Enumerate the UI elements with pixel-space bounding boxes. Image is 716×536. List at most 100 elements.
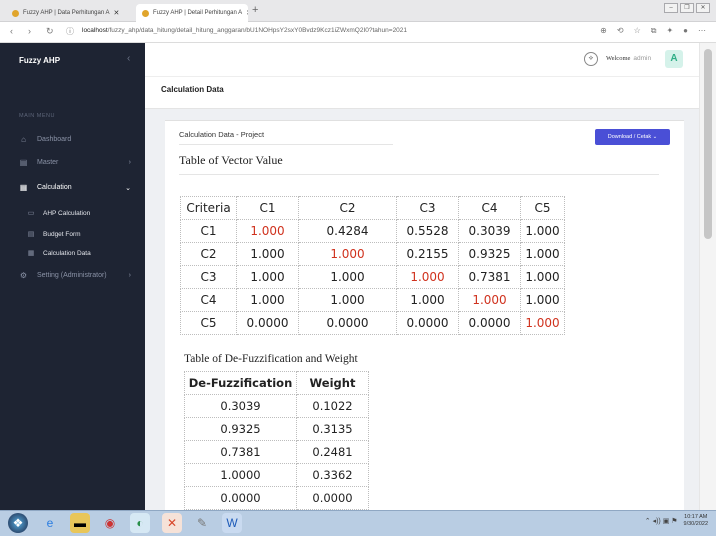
table-row: 0.3039 0.1022 xyxy=(184,394,369,418)
table-cell: 0.9325 xyxy=(458,242,521,266)
table-cell: 0.0000 xyxy=(296,486,369,510)
table-cell: C4 xyxy=(180,288,237,312)
url-path: /fuzzy_ahp/data_hitung/detail_hitung_ang… xyxy=(107,27,408,34)
sidebar: Fuzzy AHP ‹ MAIN MENU ⌂ Dashboard ▤ Mast… xyxy=(0,43,145,510)
close-window-icon[interactable]: ✕ xyxy=(696,3,710,13)
close-tab-icon[interactable]: ✕ xyxy=(114,9,120,17)
table-cell: C2 xyxy=(180,242,237,266)
bookmark-star-icon[interactable]: ☆ xyxy=(634,26,641,36)
table-cell: 1.0000 xyxy=(184,463,297,487)
table-cell: 1.000 xyxy=(298,265,397,289)
xampp-icon[interactable]: ✕ xyxy=(162,513,182,533)
table-cell: 0.0000 xyxy=(396,311,459,335)
table-header: C3 xyxy=(396,196,459,220)
explorer-icon[interactable]: ▬ xyxy=(70,513,90,533)
tab-label: Fuzzy AHP | Detail Perhitungan A xyxy=(153,10,243,16)
word-icon[interactable]: W xyxy=(222,513,242,533)
download-button[interactable]: Download / Cetak ⌄ xyxy=(595,129,670,145)
table-row: 1.0000 0.3362 xyxy=(184,463,369,487)
url-field[interactable]: localhost/fuzzy_ahp/data_hitung/detail_h… xyxy=(82,27,407,34)
sidebar-item-master[interactable]: ▤ Master › xyxy=(19,158,137,167)
browser-tab-active[interactable]: Fuzzy AHP | Detail Perhitungan A ✕ xyxy=(136,4,248,22)
table-cell: 1.000 xyxy=(298,288,397,312)
scrollbar-thumb[interactable] xyxy=(704,49,712,239)
favicon-icon xyxy=(12,9,19,17)
ie-icon[interactable]: e xyxy=(40,513,60,533)
close-tab-icon[interactable]: ✕ xyxy=(246,9,248,17)
table-cell: 0.0000 xyxy=(458,311,521,335)
reload-icon[interactable]: ↻ xyxy=(46,26,54,37)
table-row: 0.7381 0.2481 xyxy=(184,440,369,464)
minimize-icon[interactable]: – xyxy=(664,3,678,13)
forward-icon[interactable]: › xyxy=(28,26,31,36)
table-cell: C3 xyxy=(180,265,237,289)
brand-title: Fuzzy AHP xyxy=(19,56,61,65)
table-row: C1 1.000 0.4284 0.5528 0.3039 1.000 xyxy=(180,219,565,243)
table-cell: 1.000 xyxy=(520,242,565,266)
tray-icons[interactable]: ⌃ ◂)) ▣ ⚑ xyxy=(645,517,678,525)
table-cell: 1.000 xyxy=(520,219,565,243)
sidebar-subitem-calculation-data[interactable]: ▦ Calculation Data xyxy=(27,249,91,258)
welcome-text: Welcome admin xyxy=(606,55,651,62)
sidebar-subitem-label: AHP Calculation xyxy=(43,209,91,217)
page-header: Calculation Data xyxy=(145,77,706,109)
chevron-down-icon: ⌄ xyxy=(125,184,131,192)
collections-icon[interactable]: ⧉ xyxy=(651,26,657,36)
clock-time: 10:17 AM xyxy=(684,514,708,520)
zoom-icon[interactable]: ⊕ xyxy=(600,26,607,36)
sidebar-item-calculation[interactable]: ▦ Calculation ⌄ xyxy=(19,183,137,192)
scrollbar[interactable] xyxy=(699,43,716,510)
favicon-icon xyxy=(142,9,149,17)
table-cell: 0.4284 xyxy=(298,219,397,243)
tab-label: Fuzzy AHP | Data Perhitungan A xyxy=(23,10,110,16)
main-content: Calculation Data - Project Download / Ce… xyxy=(145,109,699,515)
avatar[interactable]: A xyxy=(665,50,683,68)
table-cell-diagonal: 1.000 xyxy=(396,265,459,289)
table-cell-diagonal: 1.000 xyxy=(236,219,299,243)
table-cell: 0.7381 xyxy=(184,440,297,464)
sidebar-item-label: Calculation xyxy=(37,184,72,191)
paint-icon[interactable]: ✎ xyxy=(192,513,212,533)
table-cell: 0.2155 xyxy=(396,242,459,266)
browser-tab[interactable]: Fuzzy AHP | Data Perhitungan A ✕ xyxy=(6,4,134,22)
sidebar-subitem-budget-form[interactable]: ▤ Budget Form xyxy=(27,230,81,239)
sidebar-item-dashboard[interactable]: ⌂ Dashboard xyxy=(19,135,137,144)
divider xyxy=(179,144,393,145)
address-bar: ‹ › ↻ ⓘ localhost/fuzzy_ahp/data_hitung/… xyxy=(0,22,716,43)
edge-icon[interactable]: ◐ xyxy=(130,513,150,533)
table-cell: 1.000 xyxy=(236,288,299,312)
clock[interactable]: 10:17 AM 9/30/2022 xyxy=(684,514,708,528)
start-button-icon[interactable]: ❖ xyxy=(8,513,28,533)
table-header: C4 xyxy=(458,196,521,220)
table-header: C5 xyxy=(520,196,565,220)
chevron-right-icon: › xyxy=(128,272,131,279)
welcome-label: Welcome xyxy=(606,55,631,62)
table-cell: 0.0000 xyxy=(184,486,297,510)
home-icon: ⌂ xyxy=(21,135,26,144)
menu-header: MAIN MENU xyxy=(19,113,55,119)
sidebar-subitem-ahp-calculation[interactable]: ▭ AHP Calculation xyxy=(27,209,91,218)
url-host: localhost xyxy=(82,27,108,34)
document-icon: ▭ xyxy=(27,210,35,217)
sidebar-item-setting[interactable]: ⚙ Setting (Administrator) › xyxy=(19,271,137,280)
settings-toggle-icon[interactable]: ⟡ xyxy=(584,52,598,66)
address-bar-actions: ⊕ ⟲ ☆ ⧉ ✦ ● ⋯ xyxy=(600,26,706,36)
profile-icon[interactable]: ● xyxy=(683,26,688,36)
table-row: C3 1.000 1.000 1.000 0.7381 1.000 xyxy=(180,265,565,289)
maximize-icon[interactable]: ❐ xyxy=(680,3,694,13)
more-icon[interactable]: ⋯ xyxy=(698,26,706,36)
table-cell-diagonal: 1.000 xyxy=(520,311,565,335)
table-cell: 0.3039 xyxy=(184,394,297,418)
media-player-icon[interactable]: ◉ xyxy=(100,513,120,533)
sidebar-collapse-icon[interactable]: ‹ xyxy=(127,53,130,64)
table-header: De-Fuzzification xyxy=(184,371,297,395)
defuzz-table: De-Fuzzification Weight 0.3039 0.1022 0.… xyxy=(184,371,369,510)
translate-icon[interactable]: ⟲ xyxy=(617,26,624,36)
calculator-icon: ▦ xyxy=(19,183,28,192)
new-tab-icon[interactable]: + xyxy=(252,4,258,16)
sidebar-subitem-label: Calculation Data xyxy=(43,249,91,257)
back-icon[interactable]: ‹ xyxy=(10,26,13,36)
clock-date: 9/30/2022 xyxy=(683,521,708,527)
extensions-icon[interactable]: ✦ xyxy=(666,26,673,36)
calculation-card: Calculation Data - Project Download / Ce… xyxy=(165,120,684,515)
